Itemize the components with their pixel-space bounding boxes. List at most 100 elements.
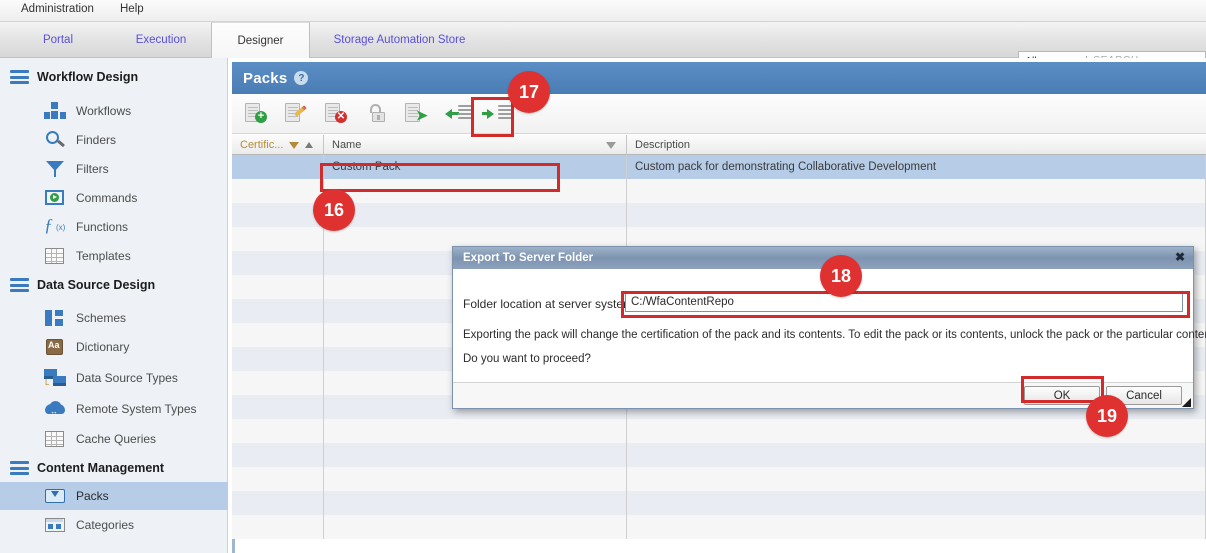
sort-ascending-icon[interactable] xyxy=(305,142,314,148)
annotation-badge-19: 19 xyxy=(1086,395,1128,437)
sidebar-item-label: Functions xyxy=(76,220,129,234)
folder-location-label: Folder location at server system: xyxy=(463,297,637,311)
tab-storage-automation-store[interactable]: Storage Automation Store xyxy=(312,22,487,58)
sidebar: Workflow Design Workflows Finders Filter… xyxy=(0,58,228,553)
sidebar-item-label: Finders xyxy=(76,133,117,147)
sidebar-item-filters[interactable]: Filters xyxy=(0,155,228,183)
sidebar-item-templates[interactable]: Templates xyxy=(0,242,228,270)
sidebar-item-finders[interactable]: Finders xyxy=(0,126,228,154)
delete-badge-icon: ✕ xyxy=(335,111,347,123)
schemes-icon xyxy=(44,308,66,328)
menu-bar: Administration Help xyxy=(0,0,1206,22)
close-icon[interactable]: ✖ xyxy=(1175,250,1185,264)
application-window: Administration Help Portal Execution Des… xyxy=(0,0,1206,553)
sidebar-item-packs[interactable]: Packs xyxy=(0,482,228,510)
filter-funnel-icon[interactable] xyxy=(606,141,616,149)
toolbar-export-pack-button[interactable]: ➤ xyxy=(401,101,439,127)
page-title: Packs xyxy=(243,69,288,87)
column-header-label: Certific... xyxy=(240,139,284,151)
categories-icon xyxy=(44,515,66,535)
sidebar-item-commands[interactable]: Commands xyxy=(0,184,228,212)
toolbar-delete-pack-button[interactable]: ✕ xyxy=(321,101,359,127)
sidebar-item-remote-system-types[interactable]: ↔ Remote System Types xyxy=(0,395,228,423)
cell-description: Custom pack for demonstrating Collaborat… xyxy=(627,155,1206,179)
sidebar-item-data-source-types[interactable]: L Data Source Types xyxy=(0,364,228,392)
filter-funnel-icon xyxy=(44,159,66,179)
sidebar-section-data-source-design[interactable]: Data Source Design xyxy=(0,272,228,298)
lock-keyhole-icon xyxy=(377,115,380,120)
sidebar-section-label: Content Management xyxy=(37,461,165,475)
tab-designer[interactable]: Designer xyxy=(211,22,310,58)
menu-item-administration[interactable]: Administration xyxy=(21,3,94,15)
sidebar-item-label: Templates xyxy=(76,249,131,263)
sidebar-item-categories[interactable]: Categories xyxy=(0,511,228,539)
sidebar-section-workflow-design[interactable]: Workflow Design xyxy=(0,64,228,90)
sidebar-item-label: Commands xyxy=(76,191,138,205)
dialog-message-line-2: Do you want to proceed? xyxy=(463,353,591,365)
play-command-icon xyxy=(44,188,66,208)
toolbar: + ✕ ➤ xyxy=(232,94,1206,134)
packs-inbox-icon xyxy=(44,486,66,506)
annotation-highlight-19 xyxy=(1021,376,1104,403)
sidebar-item-dictionary[interactable]: Aa Dictionary xyxy=(0,333,228,361)
sidebar-item-label: Cache Queries xyxy=(76,432,157,446)
annotation-badge-18: 18 xyxy=(820,255,862,297)
column-header-name[interactable]: Name xyxy=(324,135,627,155)
grid-table-icon xyxy=(44,429,66,449)
sidebar-item-cache-queries[interactable]: Cache Queries xyxy=(0,425,228,453)
table-row-empty xyxy=(232,203,1206,227)
hamburger-icon xyxy=(10,70,29,84)
main-tab-strip: Portal Execution Designer Storage Automa… xyxy=(0,22,1206,70)
hamburger-icon xyxy=(10,278,29,292)
toolbar-edit-pack-button[interactable] xyxy=(281,101,319,127)
table-row-empty xyxy=(232,443,1206,467)
menu-item-help[interactable]: Help xyxy=(120,3,144,15)
panel-header: Packs ? xyxy=(232,62,1206,94)
table-row-empty xyxy=(232,467,1206,491)
resize-grip-icon[interactable] xyxy=(1182,398,1191,407)
column-header-label: Name xyxy=(332,139,362,151)
help-icon[interactable]: ? xyxy=(294,71,309,85)
grid-table-icon xyxy=(44,246,66,266)
tab-portal[interactable]: Portal xyxy=(8,22,108,58)
function-fx-icon: ƒ (x) xyxy=(44,215,66,235)
tab-execution[interactable]: Execution xyxy=(112,22,210,58)
column-header-certification[interactable]: Certific... xyxy=(232,135,324,155)
cell-certification xyxy=(232,155,324,179)
toolbar-unlock-pack-button[interactable] xyxy=(361,101,399,127)
dialog-title: Export To Server Folder xyxy=(463,252,594,264)
table-row-empty xyxy=(232,515,1206,539)
sidebar-item-schemes[interactable]: Schemes xyxy=(0,304,228,332)
sidebar-item-functions[interactable]: ƒ (x) Functions xyxy=(0,213,228,241)
sidebar-section-content-management[interactable]: Content Management xyxy=(0,455,228,481)
hamburger-icon xyxy=(10,461,29,475)
dictionary-book-icon: Aa xyxy=(44,337,66,357)
search-icon xyxy=(44,130,66,150)
table-row-empty xyxy=(232,419,1206,443)
sidebar-item-label: Remote System Types xyxy=(76,402,197,416)
workflows-icon xyxy=(44,101,66,121)
annotation-badge-16: 16 xyxy=(313,189,355,231)
annotation-highlight-17 xyxy=(471,97,514,137)
annotation-highlight-16 xyxy=(320,163,560,192)
sidebar-item-label: Packs xyxy=(76,489,109,503)
table-header-row: Certific... Name Description xyxy=(232,135,1206,155)
cell-text: Custom pack for demonstrating Collaborat… xyxy=(635,161,937,173)
table-row-empty xyxy=(232,491,1206,515)
cloud-icon: ↔ xyxy=(44,399,66,419)
sidebar-item-label: Workflows xyxy=(76,104,132,118)
filter-funnel-icon[interactable] xyxy=(289,141,300,149)
sidebar-item-workflows[interactable]: Workflows xyxy=(0,97,228,125)
column-header-label: Description xyxy=(635,139,691,151)
column-header-description[interactable]: Description xyxy=(627,135,1206,155)
sidebar-item-label: Dictionary xyxy=(76,340,130,354)
sidebar-section-label: Workflow Design xyxy=(37,70,139,84)
arrow-right-icon: ➤ xyxy=(416,107,428,123)
annotation-badge-17: 17 xyxy=(508,71,550,113)
toolbar-new-pack-button[interactable]: + xyxy=(241,101,279,127)
sidebar-item-label: Data Source Types xyxy=(76,371,178,385)
sidebar-section-label: Data Source Design xyxy=(37,278,156,292)
sidebar-item-label: Filters xyxy=(76,162,109,176)
data-source-types-icon: L xyxy=(44,368,66,388)
dialog-message-line-1: Exporting the pack will change the certi… xyxy=(463,329,1206,341)
